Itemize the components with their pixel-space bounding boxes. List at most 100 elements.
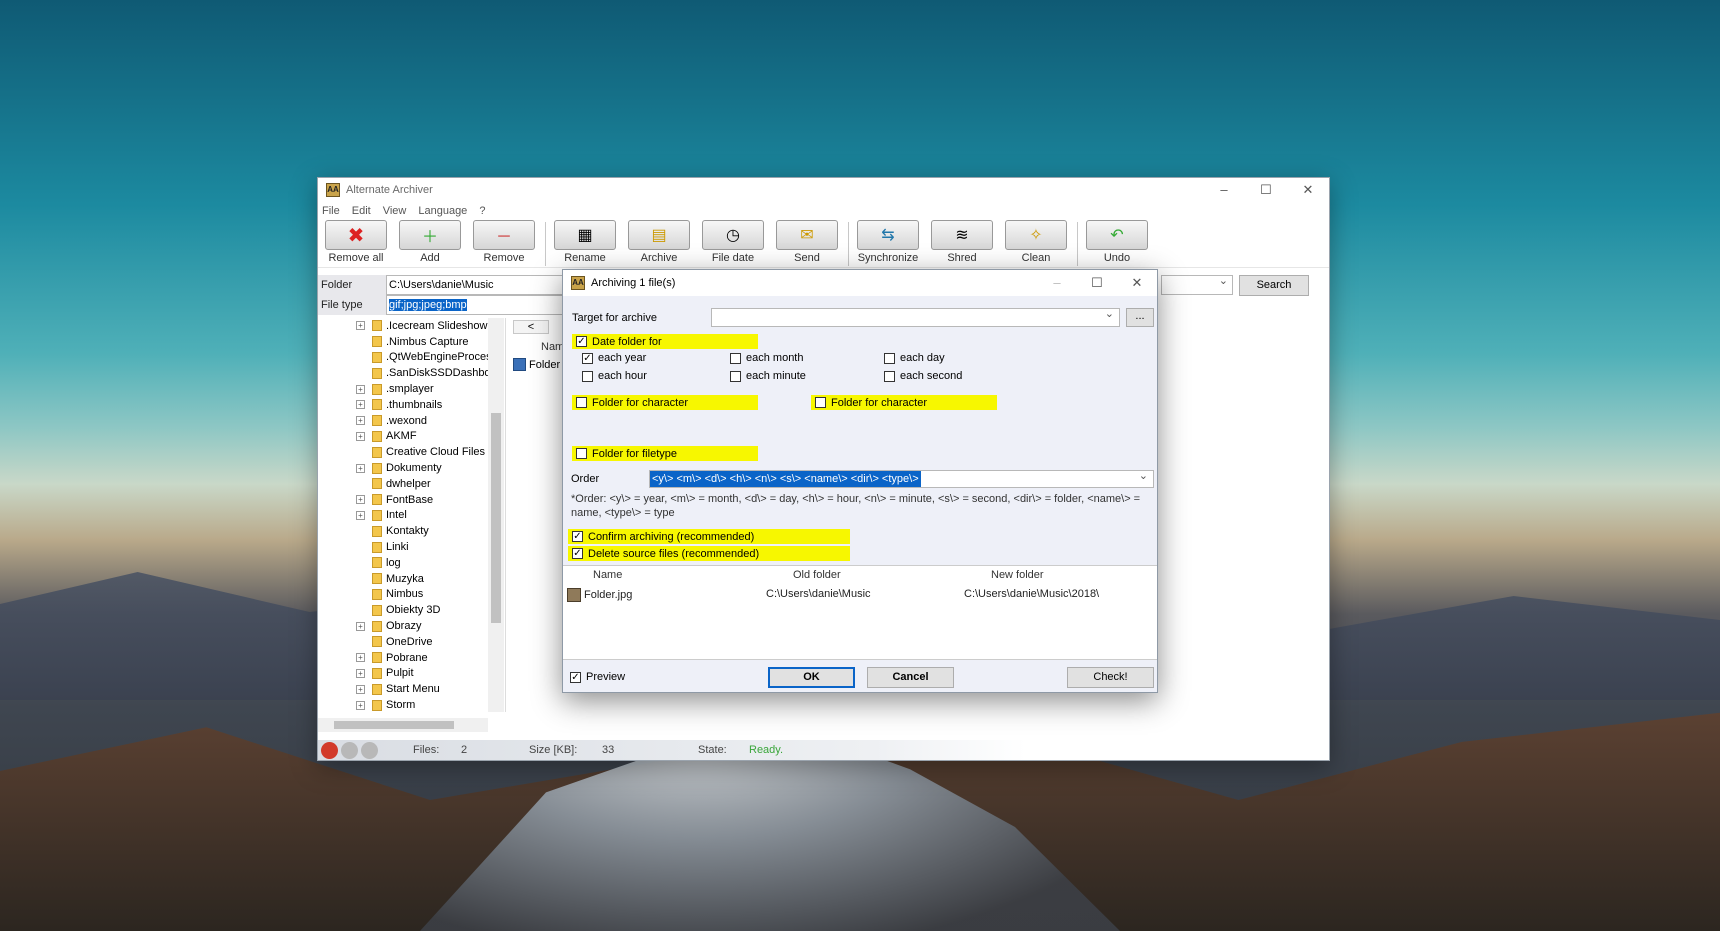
menu-view[interactable]: View (383, 205, 407, 217)
tree-item[interactable]: .Nimbus Capture (318, 334, 505, 350)
stop-icon[interactable] (321, 741, 338, 759)
tree-item[interactable]: + AKMF (318, 429, 505, 445)
each-year-checkbox[interactable]: ✓ each year (582, 352, 646, 364)
tree-item[interactable]: dwhelper (318, 476, 505, 492)
add-button[interactable]: ＋ Add (395, 220, 465, 264)
column-old-folder[interactable]: Old folder (793, 569, 841, 581)
rename-button[interactable]: ▦ Rename (550, 220, 620, 264)
date-folder-checkbox[interactable]: ✓ Date folder for (572, 334, 758, 349)
expand-icon[interactable]: + (356, 463, 365, 473)
file-date-button[interactable]: ◷ File date (698, 220, 768, 264)
folder-character-checkbox-1[interactable]: Folder for character (572, 395, 758, 410)
dialog-maximize-icon[interactable]: ☐ (1077, 275, 1117, 291)
expand-icon[interactable]: + (356, 416, 365, 426)
cancel-button[interactable]: Cancel (867, 667, 954, 688)
tree-item[interactable]: log (318, 555, 505, 571)
tree-item[interactable]: .QtWebEngineProces (318, 350, 505, 366)
column-name[interactable]: Name (593, 569, 622, 581)
check-button[interactable]: Check! (1067, 667, 1154, 688)
synchronize-button[interactable]: ⇆ Synchronize (853, 220, 923, 264)
close-icon[interactable]: ✕ (1287, 182, 1329, 198)
folder-icon (372, 478, 382, 490)
expand-icon[interactable]: + (356, 684, 365, 694)
menu-file[interactable]: File (322, 205, 340, 217)
menu-edit[interactable]: Edit (352, 205, 371, 217)
tree-item[interactable]: + .smplayer (318, 381, 505, 397)
search-combo[interactable] (1161, 274, 1233, 295)
menu-help[interactable]: ? (479, 205, 485, 217)
remove-all-button[interactable]: ✖ Remove all (321, 220, 391, 264)
tree-item[interactable]: Linki (318, 539, 505, 555)
each-minute-checkbox[interactable]: each minute (730, 370, 806, 382)
minimize-icon[interactable]: – (1203, 182, 1245, 198)
archive-button[interactable]: ▤ Archive (624, 220, 694, 264)
tree-item[interactable]: + Pulpit (318, 666, 505, 682)
expand-icon[interactable]: + (356, 621, 365, 631)
undo-button[interactable]: ↶ Undo (1082, 220, 1152, 264)
tree-item[interactable]: OneDrive (318, 634, 505, 650)
expand-icon[interactable]: + (356, 495, 365, 505)
remove-button[interactable]: － Remove (469, 220, 539, 264)
tree-item[interactable]: Creative Cloud Files (318, 444, 505, 460)
order-combo[interactable]: <y\> <m\> <d\> <h\> <n\> <s\> <name\> <d… (649, 469, 1154, 488)
expand-icon[interactable]: + (356, 431, 365, 441)
filetype-input[interactable]: gif;jpg;jpeg;bmp (386, 295, 566, 315)
tree-item[interactable]: + Pobrane (318, 650, 505, 666)
tree-item[interactable]: Kontakty (318, 523, 505, 539)
each-month-checkbox[interactable]: each month (730, 352, 803, 364)
confirm-archiving-checkbox[interactable]: ✓ Confirm archiving (recommended) (568, 529, 850, 544)
play-icon[interactable] (361, 741, 378, 759)
tree-item[interactable]: Nimbus (318, 587, 505, 603)
column-new-folder[interactable]: New folder (991, 569, 1044, 581)
tree-item[interactable]: + .thumbnails (318, 397, 505, 413)
table-row[interactable]: Folder.jpg (567, 588, 632, 602)
expand-icon[interactable]: + (356, 700, 365, 710)
expand-icon[interactable]: + (356, 400, 365, 410)
tree-hscroll-thumb[interactable] (334, 721, 454, 729)
tree-item[interactable]: + Dokumenty (318, 460, 505, 476)
preview-checkbox[interactable]: ✓ Preview (570, 671, 625, 683)
list-header-name[interactable]: Nam (541, 341, 564, 353)
folder-filetype-checkbox[interactable]: Folder for filetype (572, 446, 758, 461)
expand-icon[interactable]: + (356, 653, 365, 663)
folder-character-checkbox-2[interactable]: Folder for character (811, 395, 997, 410)
each-second-checkbox[interactable]: each second (884, 370, 962, 382)
search-button[interactable]: Search (1239, 275, 1309, 296)
tree-item[interactable]: + .wexond (318, 413, 505, 429)
tree-horizontal-scrollbar[interactable] (318, 718, 488, 732)
dialog-close-icon[interactable]: ✕ (1117, 275, 1157, 291)
each-day-checkbox[interactable]: each day (884, 352, 945, 364)
browse-button[interactable]: ... (1126, 308, 1154, 327)
tree-item[interactable]: .SanDiskSSDDashboa (318, 365, 505, 381)
list-item[interactable]: Folder (513, 358, 560, 371)
maximize-icon[interactable]: ☐ (1245, 182, 1287, 198)
pause-icon[interactable] (341, 741, 358, 759)
back-button[interactable]: < (513, 320, 549, 334)
menu-language[interactable]: Language (418, 205, 467, 217)
tree-item[interactable]: + Intel (318, 508, 505, 524)
dialog-minimize-icon[interactable]: – (1037, 275, 1077, 291)
tree-vertical-scrollbar[interactable] (488, 318, 504, 712)
expand-icon[interactable]: + (356, 510, 365, 520)
main-titlebar[interactable]: AA Alternate Archiver – ☐ ✕ (318, 178, 1329, 202)
tree-item[interactable]: + Storm (318, 697, 505, 712)
delete-source-checkbox[interactable]: ✓ Delete source files (recommended) (568, 546, 850, 561)
clean-button[interactable]: ✧ Clean (1001, 220, 1071, 264)
tree-scroll-thumb[interactable] (491, 413, 501, 623)
dialog-titlebar[interactable]: AA Archiving 1 file(s) – ☐ ✕ (563, 270, 1157, 296)
tree-item[interactable]: + Start Menu (318, 681, 505, 697)
send-button[interactable]: ✉ Send (772, 220, 842, 264)
tree-item[interactable]: + .Icecream Slideshow M (318, 318, 505, 334)
ok-button[interactable]: OK (768, 667, 855, 688)
tree-item[interactable]: Muzyka (318, 571, 505, 587)
expand-icon[interactable]: + (356, 321, 365, 331)
shred-button[interactable]: ≋ Shred (927, 220, 997, 264)
folder-input[interactable]: C:\Users\danie\Music (386, 275, 566, 295)
target-archive-combo[interactable] (711, 307, 1120, 327)
tree-item[interactable]: + FontBase (318, 492, 505, 508)
expand-icon[interactable]: + (356, 668, 365, 678)
expand-icon[interactable]: + (356, 384, 365, 394)
tree-item[interactable]: + Obrazy (318, 618, 505, 634)
each-hour-checkbox[interactable]: each hour (582, 370, 647, 382)
tree-item[interactable]: Obiekty 3D (318, 602, 505, 618)
